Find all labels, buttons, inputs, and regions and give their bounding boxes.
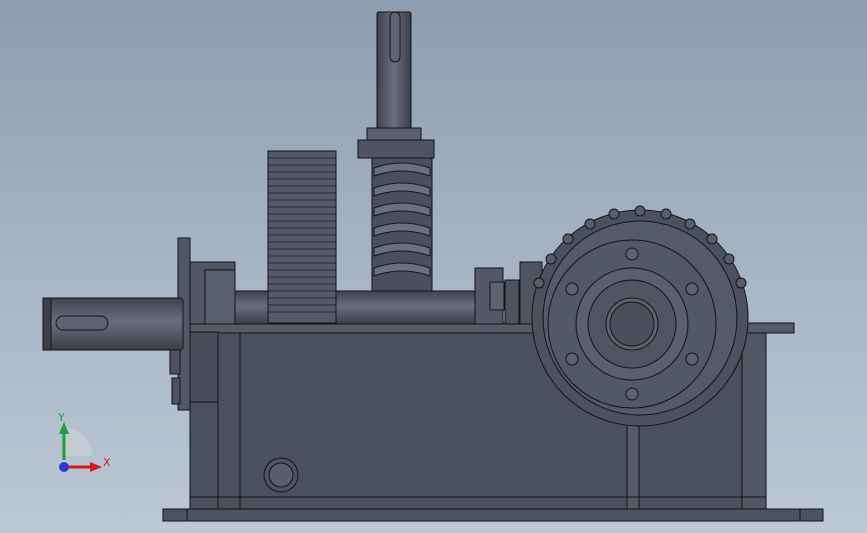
drain-plug[interactable]	[263, 457, 299, 493]
shaft-bearing[interactable]	[474, 267, 520, 325]
base-plate[interactable]	[162, 508, 824, 522]
housing-rib-right	[741, 332, 767, 510]
spur-gear[interactable]	[267, 150, 337, 324]
x-axis-head	[90, 462, 102, 472]
worm-screw[interactable]	[371, 157, 433, 292]
graphics-viewport[interactable]: Y X	[0, 0, 867, 533]
x-axis-label: X	[103, 456, 111, 469]
vertical-shaft[interactable]	[357, 11, 435, 159]
y-axis-label: Y	[58, 411, 65, 424]
z-axis-origin	[59, 462, 69, 472]
gearbox-model[interactable]	[0, 0, 867, 533]
coordinate-triad: Y X	[40, 410, 120, 480]
